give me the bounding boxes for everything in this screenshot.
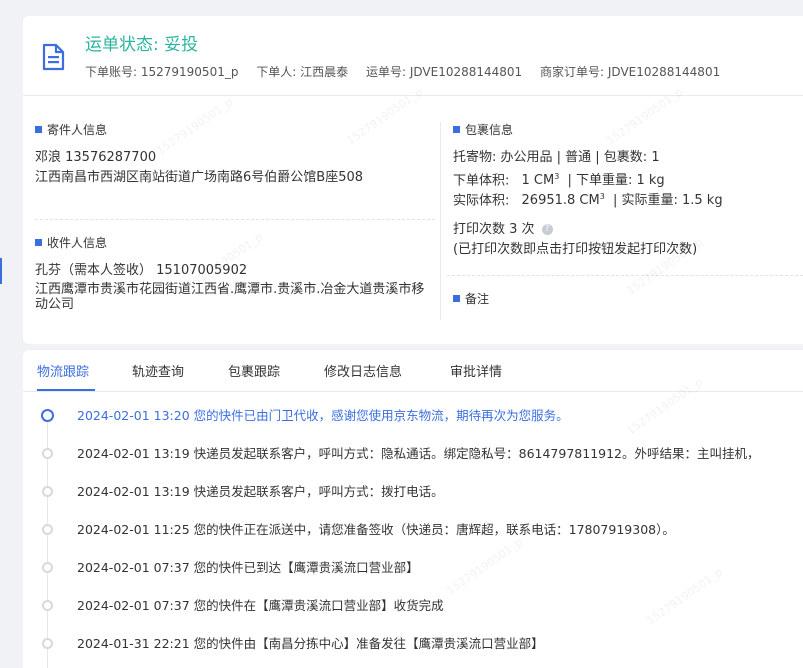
orderer: 下单人: 江西晨泰 — [256, 65, 349, 79]
tab-trajectory-query[interactable]: 轨迹查询 — [132, 361, 184, 380]
print-note: (已打印次数即点击打印按钮发起打印次数) — [453, 242, 698, 257]
timeline-dot-icon — [42, 524, 53, 535]
waybill-header: 运单状态: 妥投 下单账号: 15279190501_p 下单人: 江西晨泰 运… — [23, 16, 803, 96]
timeline-dot-icon — [41, 409, 54, 422]
timeline-item: 2024-01-31 22:21 您的快件由【南昌分拣中心】准备发往【鹰潭贵溪流… — [23, 634, 803, 654]
section-marker-icon — [453, 126, 460, 133]
order-account: 下单账号: 15279190501_p — [85, 65, 239, 79]
tab-package-tracking[interactable]: 包裹跟踪 — [228, 361, 280, 380]
order-volume-weight: 下单体积: 1 CM3 | 下单重量: 1 kg — [453, 172, 665, 189]
timeline-item: 2024-02-01 13:19 快递员发起联系客户，呼叫方式：隐私通话。绑定隐… — [23, 444, 803, 464]
timeline-dot-icon — [42, 562, 53, 573]
timeline-dot-icon — [42, 486, 53, 497]
merchant-order-number: 商家订单号: JDVE10288144801 — [540, 65, 721, 79]
waybill-meta: 下单账号: 15279190501_p 下单人: 江西晨泰 运单号: JDVE1… — [85, 63, 734, 80]
sender-name-phone: 邓浪 13576287700 — [35, 150, 157, 165]
timeline-item: 2024-02-01 13:20 您的快件已由门卫代收，感谢您使用京东物流，期待… — [23, 406, 803, 426]
remark-section-title: 备注 — [453, 290, 489, 307]
logistics-card: 物流跟踪 轨迹查询 包裹跟踪 修改日志信息 审批详情 2024-02-01 13… — [23, 350, 803, 668]
divider — [447, 275, 803, 276]
timeline-item: 2024-02-01 11:25 您的快件正在派送中，请您准备签收（快递员：唐辉… — [23, 520, 803, 540]
package-section-title: 包裹信息 — [453, 121, 513, 138]
column-divider — [440, 122, 441, 320]
actual-volume-weight: 实际体积: 26951.8 CM3 | 实际重量: 1.5 kg — [453, 192, 723, 209]
package-goods: 托寄物: 办公用品 | 普通 | 包裹数: 1 — [453, 150, 660, 165]
timeline-item: 2024-02-01 07:37 您的快件已到达【鹰潭贵溪流口营业部】 — [23, 558, 803, 578]
receiver-name-phone: 孔芬（需本人签收） 15107005902 — [35, 263, 248, 278]
timeline-dot-icon — [42, 600, 53, 611]
waybill-info-card: 运单状态: 妥投 下单账号: 15279190501_p 下单人: 江西晨泰 运… — [23, 16, 803, 344]
receiver-section-title: 收件人信息 — [35, 234, 107, 251]
waybill-status: 运单状态: 妥投 — [85, 35, 199, 55]
tab-approval-details[interactable]: 审批详情 — [450, 361, 502, 380]
sender-address: 江西南昌市西湖区南站街道广场南路6号伯爵公馆B座508 — [35, 170, 364, 185]
receiver-address: 江西鹰潭市贵溪市花园街道江西省.鹰潭市.贵溪市.冶金大道贵溪市移动公司 — [35, 282, 425, 312]
timeline-item: 2024-02-01 07:37 您的快件在【鹰潭贵溪流口营业部】收货完成 — [23, 596, 803, 616]
sender-section-title: 寄件人信息 — [35, 121, 107, 138]
tab-bar: 物流跟踪 轨迹查询 包裹跟踪 修改日志信息 审批详情 — [23, 350, 803, 392]
section-marker-icon — [453, 295, 460, 302]
print-count: 打印次数 3 次 ? — [453, 221, 553, 239]
help-icon[interactable]: ? — [541, 224, 553, 235]
left-strip — [0, 0, 23, 668]
timeline-dot-icon — [42, 448, 53, 459]
timeline-dot-icon — [42, 638, 53, 649]
tab-modify-log[interactable]: 修改日志信息 — [324, 361, 402, 380]
active-tab-indicator — [37, 389, 95, 391]
waybill-number: 运单号: JDVE10288144801 — [365, 65, 523, 79]
section-marker-icon — [35, 126, 42, 133]
divider — [35, 219, 435, 220]
document-icon — [42, 43, 65, 71]
section-marker-icon — [35, 239, 42, 246]
tab-logistics-tracking[interactable]: 物流跟踪 — [37, 361, 89, 380]
left-edge-marker — [0, 258, 2, 284]
timeline-item: 2024-02-01 13:19 快递员发起联系客户，呼叫方式：拨打电话。 — [23, 482, 803, 502]
